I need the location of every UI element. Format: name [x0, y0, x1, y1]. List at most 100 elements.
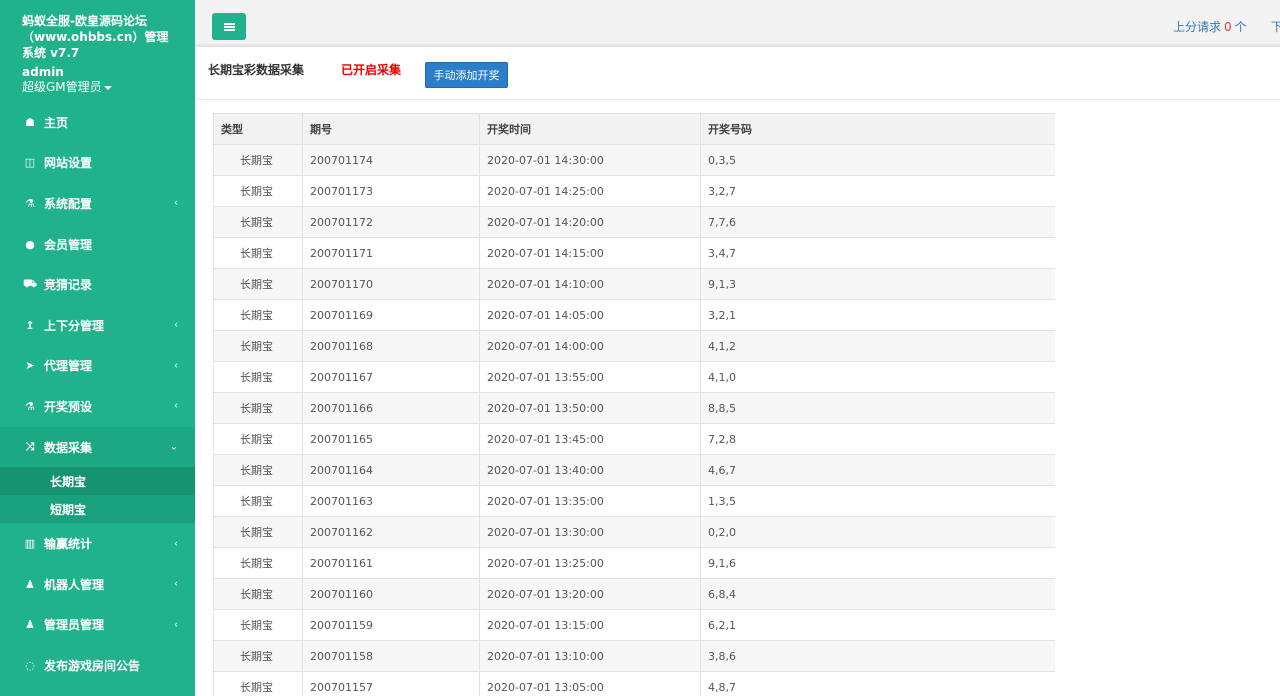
table-row: 长期宝 200701164 2020-07-01 13:40:00 4,6,7 — [213, 454, 1055, 486]
sidebar-item-9[interactable]: ▥ 输赢统计 ‹ — [0, 523, 195, 564]
cell-draw-numbers: 3,4,7 — [700, 237, 1055, 269]
pending-count: 0 — [1224, 20, 1232, 34]
cell-draw-time: 2020-07-01 13:05:00 — [479, 671, 701, 696]
pending-requests-link[interactable]: 上分请求 0 个 下 — [1173, 18, 1280, 35]
sidebar-item-8[interactable]: ⤨ 数据采集 ⌄ — [0, 426, 195, 468]
table-row: 长期宝 200701171 2020-07-01 14:15:00 3,4,7 — [213, 237, 1055, 269]
cell-draw-time: 2020-07-01 14:30:00 — [479, 144, 701, 176]
sidebar-item-10[interactable]: ♟ 机器人管理 ‹ — [0, 564, 195, 605]
chevron-left-icon: ‹ — [174, 360, 178, 372]
table-body: 长期宝 200701174 2020-07-01 14:30:00 0,3,5 长期宝 2… — [213, 144, 1055, 696]
sidebar-item-1[interactable]: ◫ 网站设置 — [0, 143, 195, 184]
sidebar-item-12[interactable]: ◌ 发布游戏房间公告 — [0, 645, 195, 686]
chevron-left-icon: ‹ — [174, 578, 178, 590]
sidebar-item-label: 会员管理 — [44, 237, 93, 252]
page-title: 长期宝彩数据采集 — [208, 63, 305, 77]
cell-period: 200701161 — [302, 547, 480, 579]
sidebar-item-11[interactable]: ♟ 管理员管理 ‹ — [0, 605, 195, 646]
cell-type: 长期宝 — [213, 299, 303, 331]
cell-type: 长期宝 — [213, 361, 303, 393]
column-header-period: 期号 — [302, 113, 480, 145]
cell-type: 长期宝 — [213, 423, 303, 455]
flask-icon: ⚗ — [25, 399, 35, 413]
table-row: 长期宝 200701157 2020-07-01 13:05:00 4,8,7 — [213, 671, 1055, 696]
cell-type: 长期宝 — [213, 268, 303, 300]
chevron-left-icon: ‹ — [174, 538, 178, 550]
sidebar-item-label: 机器人管理 — [44, 577, 105, 592]
table-header-row: 类型 期号 开奖时间 开奖号码 — [213, 113, 1055, 145]
flask-icon: ⚗ — [25, 196, 35, 210]
sidebar-item-4[interactable]: ⛟ 竞猜记录 — [0, 264, 195, 305]
sidebar-item-3[interactable]: ● 会员管理 — [0, 224, 195, 265]
sidebar-item-7[interactable]: ⚗ 开奖预设 ‹ — [0, 386, 195, 427]
sidebar-item-0[interactable]: ☗ 主页 — [0, 102, 195, 143]
table-row: 长期宝 200701170 2020-07-01 14:10:00 9,1,3 — [213, 268, 1055, 300]
cell-draw-numbers: 9,1,6 — [700, 547, 1055, 579]
data-table-container: 类型 期号 开奖时间 开奖号码 长期宝 200701174 2020-07-01 1… — [213, 113, 1055, 696]
cell-type: 长期宝 — [213, 547, 303, 579]
sidebar-item-2[interactable]: ⚗ 系统配置 ‹ — [0, 183, 195, 224]
cell-type: 长期宝 — [213, 330, 303, 362]
cell-draw-numbers: 6,8,4 — [700, 578, 1055, 610]
manual-add-draw-button[interactable]: 手动添加开奖 — [425, 62, 508, 88]
cell-period: 200701164 — [302, 454, 480, 486]
submenu-data-collection: 长期宝 短期宝 — [0, 467, 195, 524]
chevron-left-icon: ‹ — [174, 400, 178, 412]
car-icon: ⛟ — [23, 277, 37, 291]
cell-draw-time: 2020-07-01 13:15:00 — [479, 609, 701, 641]
cell-period: 200701160 — [302, 578, 480, 610]
cell-draw-time: 2020-07-01 14:10:00 — [479, 268, 701, 300]
cell-period: 200701158 — [302, 640, 480, 672]
cell-draw-numbers: 8,8,5 — [700, 392, 1055, 424]
app-title-text: 蚂蚁全服-欧皇源码论坛（www.ohbbs.cn）管理系统 v7.7 — [22, 14, 169, 60]
cell-draw-numbers: 3,8,6 — [700, 640, 1055, 672]
table-row: 长期宝 200701172 2020-07-01 14:20:00 7,7,6 — [213, 206, 1055, 238]
table-row: 长期宝 200701162 2020-07-01 13:30:00 0,2,0 — [213, 516, 1055, 548]
app-title: 蚂蚁全服-欧皇源码论坛（www.ohbbs.cn）管理系统 v7.7 — [0, 0, 175, 61]
sidebar-item-label: 竞猜记录 — [44, 278, 93, 293]
sidebar-item-label: 开奖预设 — [44, 399, 93, 414]
sidebar-item-6[interactable]: ➤ 代理管理 ‹ — [0, 346, 195, 387]
sidebar-item-label: 主页 — [44, 115, 69, 130]
cell-draw-time: 2020-07-01 13:45:00 — [479, 423, 701, 455]
cell-period: 200701166 — [302, 392, 480, 424]
submenu-item-1[interactable]: 短期宝 — [0, 495, 195, 523]
cell-type: 长期宝 — [213, 144, 303, 176]
user-panel: admin 超级GM管理员 — [0, 65, 195, 95]
table-row: 长期宝 200701167 2020-07-01 13:55:00 4,1,0 — [213, 361, 1055, 393]
cell-type: 长期宝 — [213, 392, 303, 424]
random-icon: ⤨ — [25, 440, 35, 454]
chevron-left-icon: ‹ — [174, 619, 178, 631]
male-icon: ♟ — [25, 577, 35, 591]
sidebar-toggle-button[interactable] — [212, 13, 246, 40]
cell-draw-numbers: 3,2,1 — [700, 299, 1055, 331]
role-dropdown[interactable]: 超级GM管理员 — [22, 80, 195, 95]
level-up-icon: ↥ — [25, 318, 35, 332]
draw-results-table: 类型 期号 开奖时间 开奖号码 长期宝 200701174 2020-07-01 1… — [213, 113, 1055, 696]
cell-draw-numbers: 0,3,5 — [700, 144, 1055, 176]
cell-period: 200701163 — [302, 485, 480, 517]
cell-draw-time: 2020-07-01 14:05:00 — [479, 299, 701, 331]
cell-draw-time: 2020-07-01 14:00:00 — [479, 330, 701, 362]
cell-period: 200701173 — [302, 175, 480, 207]
cell-period: 200701169 — [302, 299, 480, 331]
paper-plane-icon: ➤ — [25, 359, 35, 373]
caret-down-icon — [103, 85, 112, 90]
cell-draw-time: 2020-07-01 13:55:00 — [479, 361, 701, 393]
table-row: 长期宝 200701168 2020-07-01 14:00:00 4,1,2 — [213, 330, 1055, 362]
cell-draw-numbers: 4,6,7 — [700, 454, 1055, 486]
page-toolbar: 长期宝彩数据采集 已开启采集 手动添加开奖 — [195, 50, 1280, 100]
table-row: 长期宝 200701161 2020-07-01 13:25:00 9,1,6 — [213, 547, 1055, 579]
next-link[interactable]: 下 — [1271, 18, 1280, 35]
top-header: 上分请求 0 个 下 — [195, 0, 1280, 47]
cell-period: 200701171 — [302, 237, 480, 269]
cell-draw-numbers: 1,3,5 — [700, 485, 1055, 517]
cell-draw-numbers: 7,2,8 — [700, 423, 1055, 455]
cell-draw-numbers: 7,7,6 — [700, 206, 1055, 238]
sidebar-item-label: 管理员管理 — [44, 618, 105, 633]
sidebar-item-5[interactable]: ↥ 上下分管理 ‹ — [0, 305, 195, 346]
submenu-item-0[interactable]: 长期宝 — [0, 467, 195, 496]
sidebar-item-label: 系统配置 — [44, 196, 93, 211]
cell-draw-numbers: 0,2,0 — [700, 516, 1055, 548]
cell-period: 200701157 — [302, 671, 480, 696]
